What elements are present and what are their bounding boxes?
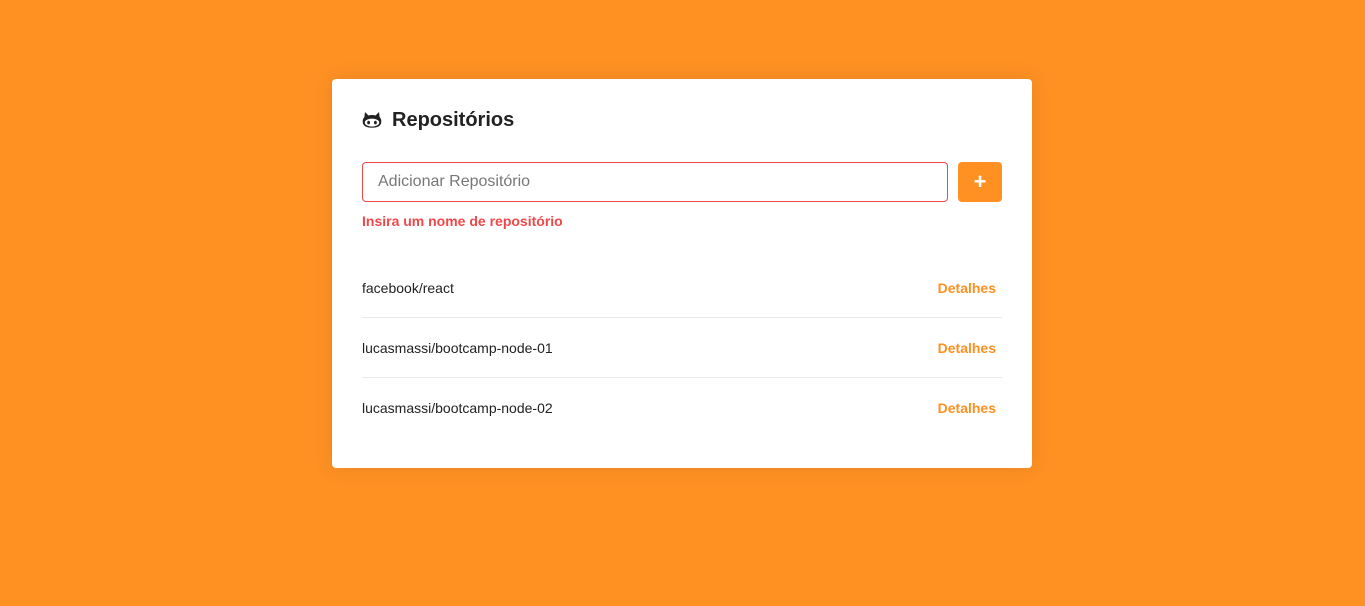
details-link[interactable]: Detalhes bbox=[938, 400, 996, 416]
add-repository-button[interactable]: + bbox=[958, 162, 1002, 202]
repository-name: lucasmassi/bootcamp-node-02 bbox=[362, 400, 553, 416]
details-link[interactable]: Detalhes bbox=[938, 280, 996, 296]
github-icon bbox=[362, 110, 382, 130]
repository-name: facebook/react bbox=[362, 280, 454, 296]
repository-input[interactable] bbox=[362, 162, 948, 202]
list-item: lucasmassi/bootcamp-node-02 Detalhes bbox=[362, 378, 1002, 438]
repositories-card: Repositórios + Insira um nome de reposit… bbox=[332, 79, 1032, 468]
card-header: Repositórios bbox=[362, 109, 1002, 131]
repository-name: lucasmassi/bootcamp-node-01 bbox=[362, 339, 553, 356]
repository-list: facebook/react Detalhes lucasmassi/bootc… bbox=[362, 259, 1002, 438]
page-title: Repositórios bbox=[392, 108, 515, 131]
list-item: facebook/react Detalhes bbox=[362, 259, 1002, 318]
add-repository-form: + bbox=[362, 162, 1002, 202]
details-link[interactable]: Detalhes bbox=[938, 340, 996, 356]
list-item: lucasmassi/bootcamp-node-01 Detalhes bbox=[362, 318, 1002, 378]
error-message: Insira um nome de repositório bbox=[362, 213, 563, 229]
